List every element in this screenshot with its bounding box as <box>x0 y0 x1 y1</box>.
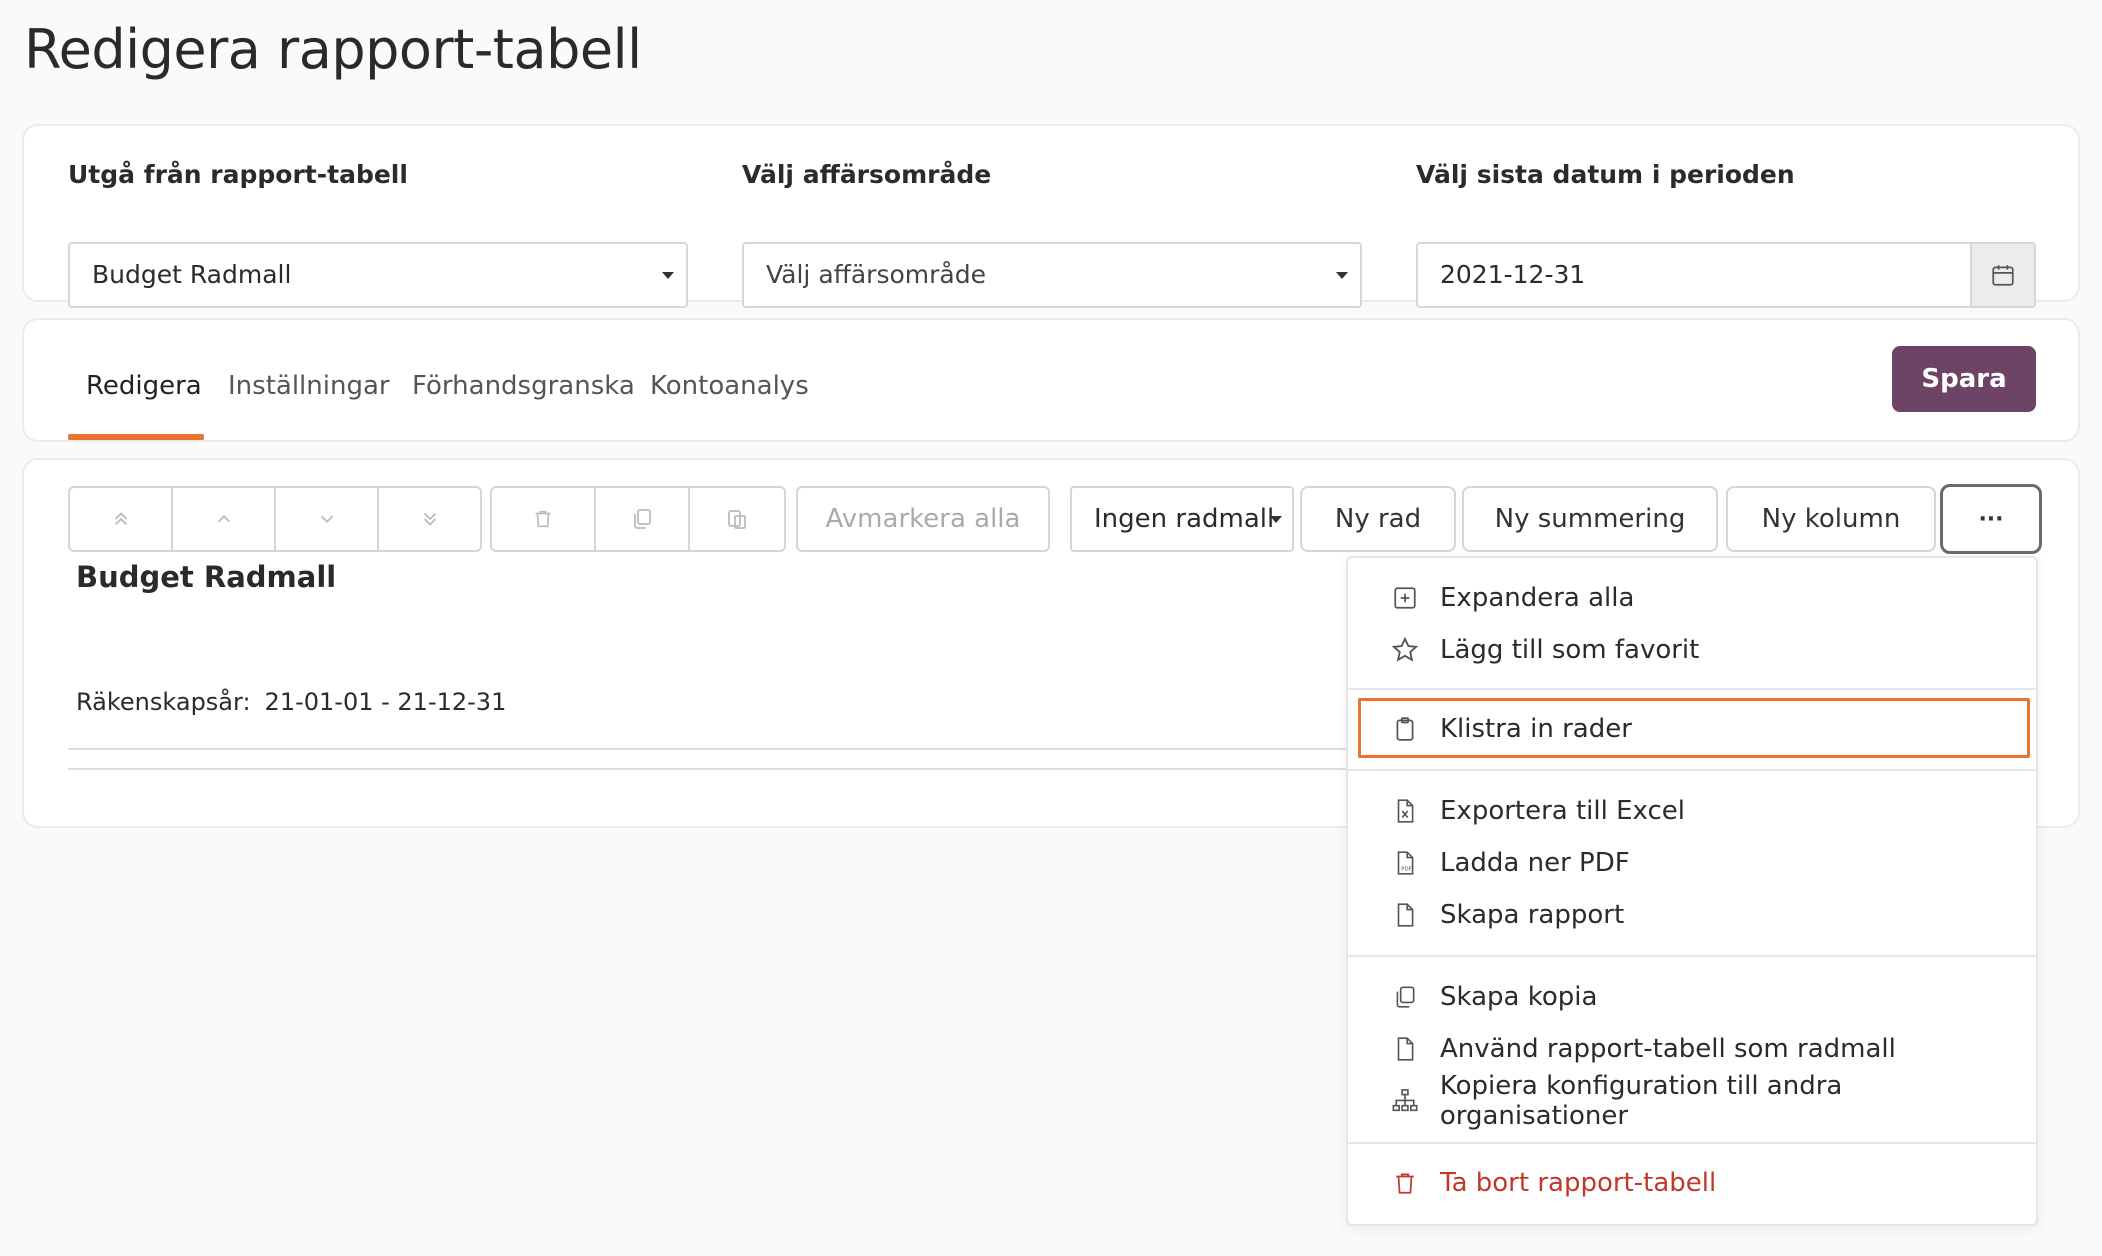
fiscal-year-label: Räkenskapsår: <box>76 688 251 716</box>
menu-separator <box>1348 1142 2036 1144</box>
period-end-label: Välj sista datum i perioden <box>1416 160 1795 189</box>
tab-installningar[interactable]: Inställningar <box>228 364 390 408</box>
trash-icon <box>535 510 551 528</box>
fiscal-year-value: 21-01-01 - 21-12-31 <box>264 688 507 716</box>
new-summation-button[interactable]: Ny summering <box>1462 486 1718 552</box>
menu-separator <box>1348 688 2036 690</box>
period-end-field: Välj sista datum i perioden 2021-12-31 <box>1416 160 2036 308</box>
report-table-select[interactable]: Budget Radmall <box>68 242 688 308</box>
tab-forhandsgranska[interactable]: Förhandsgranska <box>412 364 635 408</box>
paste-icon <box>728 510 746 529</box>
svg-text:PDF: PDF <box>1401 867 1412 873</box>
star-icon <box>1388 633 1422 667</box>
menu-item-use-as-template[interactable]: Använd rapport-tabell som radmall <box>1388 1028 1896 1070</box>
menu-item-delete-table[interactable]: Ta bort rapport-tabell <box>1388 1162 1716 1204</box>
business-area-label: Välj affärsområde <box>742 160 992 189</box>
double-chevron-down-icon <box>423 512 436 526</box>
pdf-file-icon: PDF <box>1388 846 1422 880</box>
menu-item-label: Kopiera konfiguration till andra organis… <box>1439 1071 1843 1131</box>
menu-item-label: Klistra in rader <box>1440 714 1632 744</box>
move-up-button[interactable] <box>173 488 276 550</box>
double-chevron-up-icon <box>114 512 127 526</box>
business-area-select[interactable]: Välj affärsområde <box>742 242 1362 308</box>
filters-card: Utgå från rapport-tabell Budget Radmall … <box>22 124 2080 308</box>
page-title: Redigera rapport-tabell <box>24 18 642 81</box>
paste-row-button[interactable] <box>690 488 784 550</box>
menu-separator <box>1348 955 2036 957</box>
report-table-field: Utgå från rapport-tabell Budget Radmall <box>68 160 688 308</box>
menu-item-create-report[interactable]: Skapa rapport <box>1388 894 1624 936</box>
org-tree-icon <box>1388 1084 1422 1118</box>
deselect-all-button[interactable]: Avmarkera alla <box>796 486 1050 552</box>
menu-item-paste-rows[interactable]: Klistra in rader <box>1388 708 1632 750</box>
excel-file-icon <box>1388 794 1422 828</box>
new-row-label: Ny rad <box>1334 504 1422 534</box>
menu-separator <box>1348 769 2036 771</box>
menu-item-label: Exportera till Excel <box>1440 796 1685 826</box>
caret-down-icon <box>662 272 674 279</box>
move-bottom-button[interactable] <box>379 488 480 550</box>
clipboard-icon <box>1388 712 1422 746</box>
period-end-value: 2021-12-31 <box>1440 260 1586 289</box>
divider <box>68 748 1368 750</box>
business-area-placeholder: Välj affärsområde <box>766 260 986 289</box>
menu-item-label: Skapa rapport <box>1440 900 1625 930</box>
new-summation-label: Ny summering <box>1494 504 1686 534</box>
calendar-icon <box>1992 265 2014 286</box>
menu-item-add-favorite[interactable]: Lägg till som favorit <box>1388 629 1699 671</box>
fiscal-year-row: Räkenskapsår: 21-01-01 - 21-12-31 <box>76 688 506 716</box>
menu-item-label: Lägg till som favorit <box>1440 635 1700 665</box>
move-top-button[interactable] <box>70 488 173 550</box>
new-row-button[interactable]: Ny rad <box>1300 486 1456 552</box>
deselect-all-label: Avmarkera alla <box>825 504 1021 534</box>
tab-redigera[interactable]: Redigera <box>86 364 202 408</box>
chevron-down-icon <box>320 515 333 524</box>
trash-icon <box>1388 1166 1422 1200</box>
menu-item-label: Expandera alla <box>1440 583 1635 613</box>
save-button[interactable]: Spara <box>1892 346 2036 412</box>
menu-item-label: Ta bort rapport-tabell <box>1440 1168 1717 1198</box>
report-table-value: Budget Radmall <box>92 260 292 289</box>
caret-down-icon <box>1336 272 1348 279</box>
edit-button-group <box>490 486 786 552</box>
delete-row-button[interactable] <box>492 488 596 550</box>
menu-item-expand-all[interactable]: Expandera alla <box>1388 577 1634 619</box>
menu-item-export-excel[interactable]: Exportera till Excel <box>1388 790 1685 832</box>
menu-item-download-pdf[interactable]: PDF Ladda ner PDF <box>1388 842 1630 884</box>
copy-icon <box>1388 980 1422 1014</box>
menu-item-label: Skapa kopia <box>1440 982 1598 1012</box>
tab-kontoanalys[interactable]: Kontoanalys <box>650 364 809 408</box>
active-tab-indicator <box>68 434 204 440</box>
menu-item-label: Ladda ner PDF <box>1440 848 1630 878</box>
file-icon <box>1388 898 1422 932</box>
chevron-up-icon <box>217 514 230 523</box>
move-button-group <box>68 486 482 552</box>
calendar-button[interactable] <box>1970 244 2034 306</box>
row-template-value: Ingen radmall <box>1094 504 1275 534</box>
more-options-button[interactable]: ··· <box>1940 484 2042 554</box>
more-options-menu: Expandera alla Lägg till som favorit Kli… <box>1346 556 2038 1226</box>
divider <box>68 768 1368 770</box>
move-down-button[interactable] <box>276 488 379 550</box>
caret-down-icon <box>1270 516 1282 523</box>
report-title: Budget Radmall <box>76 560 337 594</box>
file-icon <box>1388 1032 1422 1066</box>
row-template-select[interactable]: Ingen radmall <box>1070 486 1294 552</box>
tabs-card: Redigera Inställningar Förhandsgranska K… <box>22 318 2080 442</box>
copy-icon <box>634 509 651 529</box>
menu-item-create-copy[interactable]: Skapa kopia <box>1388 976 1597 1018</box>
menu-item-copy-config[interactable]: Kopiera konfiguration till andra organis… <box>1388 1071 2036 1131</box>
new-column-label: Ny kolumn <box>1761 504 1901 534</box>
menu-item-label: Använd rapport-tabell som radmall <box>1440 1034 1896 1064</box>
report-table-label: Utgå från rapport-tabell <box>68 160 408 189</box>
business-area-field: Välj affärsområde Välj affärsområde <box>742 160 1362 308</box>
more-options-icon: ··· <box>1978 506 2004 532</box>
period-end-input[interactable]: 2021-12-31 <box>1416 242 2036 308</box>
plus-square-icon <box>1388 581 1422 615</box>
copy-row-button[interactable] <box>596 488 690 550</box>
new-column-button[interactable]: Ny kolumn <box>1726 486 1936 552</box>
